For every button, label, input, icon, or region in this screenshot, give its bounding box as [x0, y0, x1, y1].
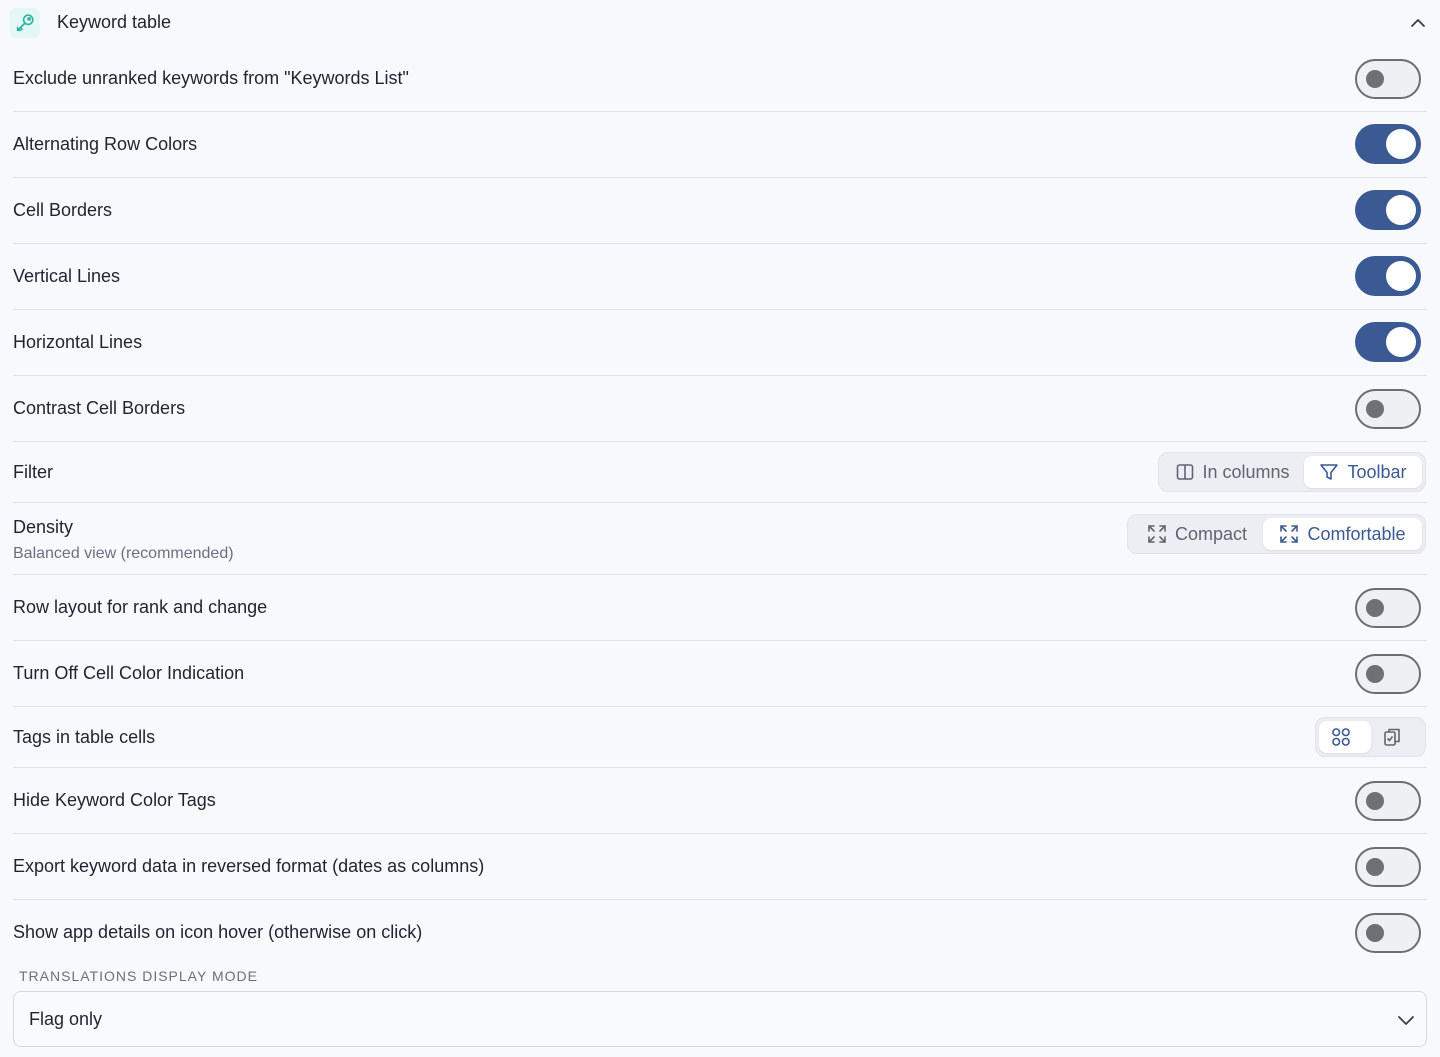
vertical-lines-toggle[interactable] — [1355, 256, 1421, 296]
row-layout-toggle[interactable] — [1355, 588, 1421, 628]
filter-toolbar-button[interactable]: Toolbar — [1304, 456, 1422, 488]
setting-label: Show app details on icon hover (otherwis… — [13, 922, 423, 942]
toggle-knob — [1386, 129, 1416, 159]
expand-icon — [1280, 525, 1299, 543]
key-icon — [10, 8, 40, 38]
setting-label: Vertical Lines — [13, 266, 121, 286]
setting-row-export-reversed: Export keyword data in reversed format (… — [13, 834, 1427, 900]
filter-segmented-control: In columns Toolbar — [1158, 452, 1426, 492]
setting-label: Exclude unranked keywords from "Keywords… — [13, 68, 409, 88]
setting-row-alternating-rows: Alternating Row Colors — [13, 112, 1427, 178]
contrast-borders-toggle[interactable] — [1355, 389, 1421, 429]
tags-grid-button[interactable] — [1319, 721, 1371, 753]
filter-in-columns-label: In columns — [1202, 461, 1290, 482]
alternating-rows-toggle[interactable] — [1355, 124, 1421, 164]
density-segmented-control: Compact Comfortable — [1127, 514, 1426, 554]
copy-tags-icon — [1384, 728, 1401, 746]
setting-label: Tags in table cells — [13, 727, 156, 747]
tags-copy-button[interactable] — [1371, 721, 1423, 753]
hide-color-tags-toggle[interactable] — [1355, 781, 1421, 821]
density-comfortable-label: Comfortable — [1307, 523, 1406, 544]
setting-row-horizontal-lines: Horizontal Lines — [13, 310, 1427, 376]
density-compact-button[interactable]: Compact — [1131, 518, 1263, 550]
setting-row-density: Density Balanced view (recommended) Comp… — [13, 503, 1427, 575]
toggle-knob — [1366, 858, 1384, 876]
chevron-down-icon — [1398, 1016, 1414, 1025]
density-comfortable-button[interactable]: Comfortable — [1263, 518, 1422, 550]
toggle-knob — [1386, 327, 1416, 357]
translations-mode-select[interactable]: Flag only — [13, 991, 1427, 1047]
setting-label: Export keyword data in reversed format (… — [13, 856, 485, 876]
toggle-knob — [1366, 400, 1384, 418]
toggle-knob — [1366, 665, 1384, 683]
chevron-up-icon — [1411, 19, 1425, 27]
translations-mode-value: Flag only — [29, 1009, 103, 1029]
setting-label: Alternating Row Colors — [13, 134, 198, 154]
setting-label: Cell Borders — [13, 200, 113, 220]
funnel-icon — [1320, 464, 1339, 480]
collapse-button[interactable] — [1404, 10, 1432, 36]
expand-icon — [1148, 525, 1166, 543]
setting-row-vertical-lines: Vertical Lines — [13, 244, 1427, 310]
setting-row-cell-color-off: Turn Off Cell Color Indication — [13, 641, 1427, 707]
keyword-table-settings-panel: Keyword table Exclude unranked keywords … — [0, 0, 1440, 1057]
filter-toolbar-label: Toolbar — [1347, 461, 1407, 482]
columns-icon — [1177, 464, 1194, 480]
setting-sublabel: Balanced view (recommended) — [13, 545, 234, 562]
setting-row-exclude-unranked: Exclude unranked keywords from "Keywords… — [13, 46, 1427, 112]
setting-label: Density — [13, 517, 74, 537]
toggle-knob — [1386, 261, 1416, 291]
setting-label: Contrast Cell Borders — [13, 398, 186, 418]
translations-section-label: TRANSLATIONS DISPLAY MODE — [19, 968, 258, 984]
setting-row-cell-borders: Cell Borders — [13, 178, 1427, 244]
grid-icon — [1331, 728, 1350, 746]
exclude-unranked-toggle[interactable] — [1355, 59, 1421, 99]
setting-row-tags-in-cells: Tags in table cells — [13, 707, 1427, 768]
export-reversed-toggle[interactable] — [1355, 847, 1421, 887]
setting-label: Turn Off Cell Color Indication — [13, 663, 245, 683]
toggle-knob — [1366, 792, 1384, 810]
setting-label: Row layout for rank and change — [13, 597, 268, 617]
setting-label: Filter — [13, 462, 53, 482]
toggle-knob — [1366, 70, 1384, 88]
setting-label: Horizontal Lines — [13, 332, 143, 352]
tags-segmented-control — [1315, 717, 1426, 757]
setting-row-filter: Filter In columns Toolbar — [13, 442, 1427, 503]
cell-borders-toggle[interactable] — [1355, 190, 1421, 230]
hover-details-toggle[interactable] — [1355, 913, 1421, 953]
setting-row-contrast-borders: Contrast Cell Borders — [13, 376, 1427, 442]
panel-title: Keyword table — [57, 12, 172, 32]
toggle-knob — [1366, 599, 1384, 617]
density-compact-label: Compact — [1174, 523, 1248, 544]
toggle-knob — [1366, 924, 1384, 942]
setting-row-row-layout: Row layout for rank and change — [13, 575, 1427, 641]
panel-header[interactable]: Keyword table — [0, 0, 1440, 46]
setting-row-hover-details: Show app details on icon hover (otherwis… — [13, 900, 1427, 966]
setting-label: Hide Keyword Color Tags — [13, 790, 216, 810]
cell-color-off-toggle[interactable] — [1355, 654, 1421, 694]
setting-row-hide-color-tags: Hide Keyword Color Tags — [13, 768, 1427, 834]
filter-in-columns-button[interactable]: In columns — [1162, 456, 1304, 488]
horizontal-lines-toggle[interactable] — [1355, 322, 1421, 362]
toggle-knob — [1386, 195, 1416, 225]
